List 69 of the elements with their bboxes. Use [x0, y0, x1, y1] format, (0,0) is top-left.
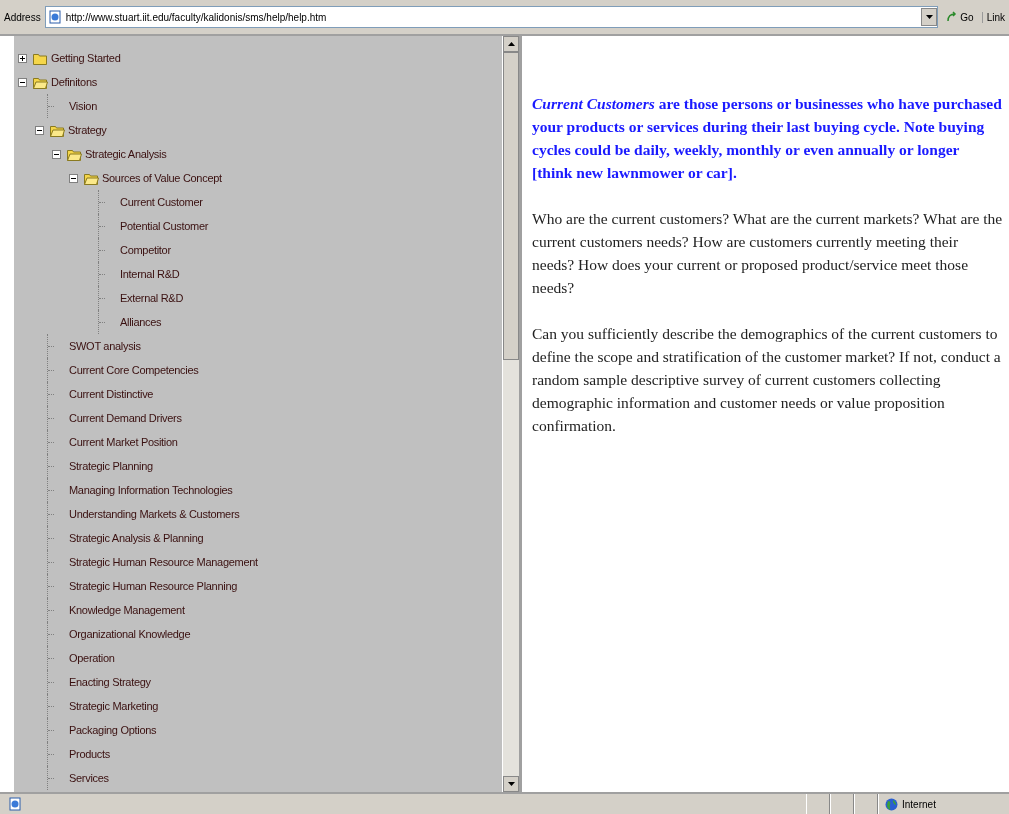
tree-item[interactable]: Strategic Human Resource Management	[69, 556, 258, 568]
tree-item[interactable]: Services	[69, 772, 109, 784]
arrow-icon	[946, 11, 959, 23]
open-folder-icon	[33, 75, 48, 89]
globe-icon	[885, 797, 898, 811]
scroll-thumb[interactable]	[503, 52, 519, 360]
tree-item[interactable]: Packaging Options	[69, 724, 157, 736]
down-arrow-icon	[925, 15, 933, 19]
folder-icon	[33, 51, 48, 65]
scroll-down-button[interactable]	[503, 776, 519, 792]
status-panel	[854, 794, 878, 814]
definition-paragraph: Current Customers are those persons or businesses who have purchased your products or services during their last buying cycle. Note buying cycles could be daily, weekly, monthly or even annually or longer [think new lawnmower or car].	[532, 94, 1003, 183]
minus-icon	[54, 151, 59, 157]
plus-icon	[20, 55, 25, 61]
tree-item[interactable]: Current Market Position	[69, 436, 178, 448]
tree-item[interactable]: Operation	[69, 652, 115, 664]
tree-item[interactable]: Organizational Knowledge	[69, 628, 191, 640]
collapse-toggle[interactable]	[35, 125, 44, 135]
scroll-up-button[interactable]	[503, 36, 519, 52]
tree-item[interactable]: Understanding Markets & Customers	[69, 508, 240, 520]
tree-item[interactable]: Strategic Marketing	[69, 700, 159, 712]
tree-item[interactable]: Current Core Competencies	[69, 364, 199, 376]
minus-icon	[20, 79, 25, 85]
tree-item[interactable]: Strategic Analysis	[85, 148, 167, 160]
collapse-toggle[interactable]	[52, 149, 61, 159]
collapse-toggle[interactable]	[69, 173, 78, 183]
tree-item[interactable]: Sources of Value Concept	[102, 172, 222, 184]
address-label: Address	[4, 11, 41, 23]
status-panel	[806, 794, 830, 814]
tree-item[interactable]: Current Customer	[120, 196, 203, 208]
tree-item[interactable]: Managing Information Technologies	[69, 484, 233, 496]
tree-item[interactable]: Vision	[69, 100, 97, 112]
tree-item[interactable]: Strategic Planning	[69, 460, 153, 472]
tree-item[interactable]: Potential Customer	[120, 220, 209, 232]
down-arrow-icon	[507, 782, 515, 786]
collapse-toggle[interactable]	[18, 77, 27, 87]
up-arrow-icon	[507, 42, 515, 46]
minus-icon	[37, 127, 42, 133]
tree-item[interactable]: Products	[69, 748, 110, 760]
tree-item[interactable]: Strategy	[68, 124, 107, 136]
scrollbar[interactable]	[502, 36, 519, 792]
body-paragraph: Who are the current customers? What are the current markets? What are the current customers needs? How are customers currently meeting their needs? How does your current or proposed product/service meet those needs?	[532, 209, 1003, 298]
tree-item[interactable]: Current Distinctive	[69, 388, 154, 400]
open-folder-icon	[84, 171, 99, 185]
tree-item[interactable]: SWOT analysis	[69, 340, 141, 352]
tree-item[interactable]: Alliances	[120, 316, 162, 328]
tree-item[interactable]: Getting Started	[51, 52, 121, 64]
status-panel	[830, 794, 854, 814]
expand-toggle[interactable]	[18, 53, 27, 63]
tree-item[interactable]: Internal R&D	[120, 268, 180, 280]
open-folder-icon	[67, 147, 82, 161]
page-icon	[47, 10, 62, 24]
open-folder-icon	[50, 123, 65, 137]
tree-item[interactable]: Strategic Human Resource Planning	[69, 580, 238, 592]
tree-item[interactable]: Strategic Analysis & Planning	[69, 532, 204, 544]
address-field[interactable]: http://www.stuart.iit.edu/faculty/kalidonis/sms/help/help.htm	[44, 6, 939, 28]
dropdown-button[interactable]	[921, 8, 938, 26]
go-button[interactable]: Go	[942, 11, 978, 23]
tree-item[interactable]: Current Demand Drivers	[69, 412, 182, 424]
minus-icon	[71, 175, 76, 181]
tree-item[interactable]: Competitor	[120, 244, 171, 256]
tree-item[interactable]: Knowledge Management	[69, 604, 185, 616]
tree-item[interactable]: External R&D	[120, 292, 184, 304]
tree-item[interactable]: Enacting Strategy	[69, 676, 151, 688]
zone-label: Internet	[902, 798, 936, 810]
links-label[interactable]: Link	[981, 11, 1005, 23]
body-paragraph: Can you sufficiently describe the demographics of the current customers to define the scope and stratification of the customer market? If not, conduct a random sample descriptive survey of current customers collecting demographic information and customer needs or value proposition confirmation.	[532, 324, 1002, 436]
tree-item[interactable]: Definitons	[51, 76, 97, 88]
page-icon	[8, 797, 22, 811]
